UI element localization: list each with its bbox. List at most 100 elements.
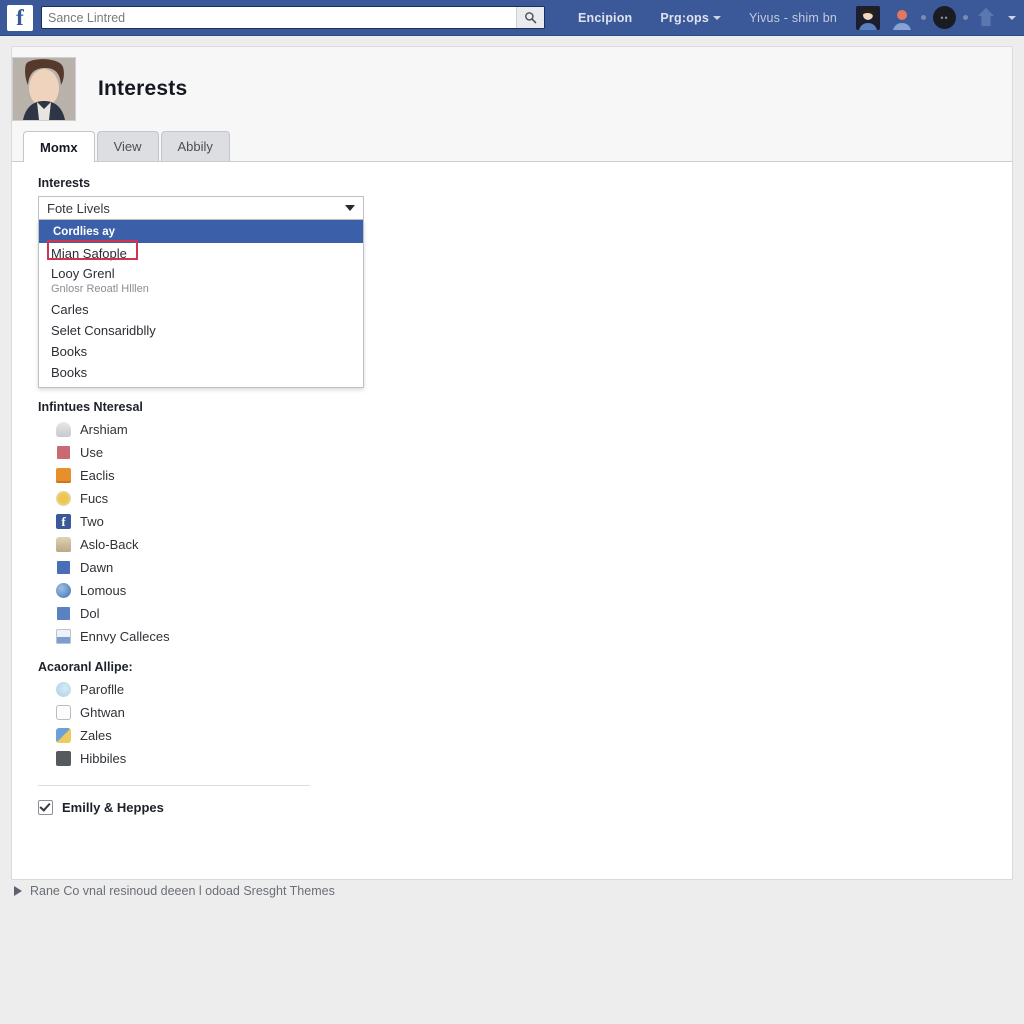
option-selet-consaridblly[interactable]: Selet Consaridblly: [39, 320, 363, 341]
facebook-icon: f: [56, 514, 71, 529]
lamp-icon: [56, 422, 71, 437]
list-item-label: Arshiam: [80, 422, 128, 437]
swirl-icon: [56, 682, 71, 697]
nav-right-group: Encipion Prg:ops Yivus - shim bn ••: [564, 0, 1024, 36]
list-item[interactable]: Lomous: [56, 579, 1012, 602]
list-item-label: Hibbiles: [80, 751, 127, 766]
search-bar[interactable]: [41, 6, 545, 29]
interests-select-value: Fote Livels: [47, 200, 110, 216]
nav-link-prgops-label: Prg:ops: [660, 10, 710, 25]
search-button[interactable]: [516, 7, 544, 28]
bag-icon: [56, 537, 71, 552]
avatar[interactable]: [12, 57, 76, 121]
avatar-icon: [856, 5, 880, 30]
tab-bar: Momx View Abbily: [12, 131, 1012, 162]
list-item[interactable]: Ennvy Calleces: [56, 625, 1012, 648]
quill-icon: [56, 606, 71, 621]
option-carles[interactable]: Carles: [39, 299, 363, 320]
home-icon: [977, 7, 995, 26]
avatar-thumbnail-2[interactable]: [890, 5, 914, 30]
play-triangle-icon: [14, 886, 22, 896]
home-button[interactable]: [975, 6, 999, 30]
footer-note[interactable]: Rane Co vnal resinoud deeen l odoad Sres…: [14, 884, 335, 898]
option-looy-grenl-subtext: Gnlosr Reoatl Hlllen: [51, 283, 149, 295]
interests-option-list: Cordlies ay Mian Safople Looy Grenl Gnlo…: [38, 220, 364, 388]
section-heading-acaoranl: Acaoranl Allipe:: [38, 660, 133, 674]
profile-header: Interests: [12, 47, 1012, 131]
option-books-2[interactable]: Books: [39, 362, 363, 383]
profile-photo-icon: [13, 58, 75, 120]
list-item-label: Zales: [80, 728, 112, 743]
interests-list: Arshiam Use Eaclis Fucs f Two Aslo-Back D…: [56, 418, 1012, 648]
box-icon: [56, 468, 71, 483]
globe-icon: [56, 583, 71, 598]
option-books-1[interactable]: Books: [39, 341, 363, 362]
form-body: Interests Fote Livels Cordlies ay Mian S…: [12, 162, 1012, 815]
list-item-label: Dawn: [80, 560, 114, 575]
list-item[interactable]: Zales: [56, 724, 1012, 747]
search-icon: [525, 12, 537, 24]
tab-view[interactable]: View: [96, 131, 159, 161]
tab-abbily[interactable]: Abbily: [160, 131, 230, 161]
outline-box-icon: [56, 705, 71, 720]
checkbox-checked-icon[interactable]: [38, 800, 53, 815]
chart-icon: [56, 629, 71, 644]
nav-link-encipion[interactable]: Encipion: [564, 0, 646, 36]
list-item[interactable]: Dol: [56, 602, 1012, 625]
tab-momx[interactable]: Momx: [23, 131, 95, 162]
film-icon: [56, 445, 71, 460]
list-item-label: Eaclis: [80, 468, 115, 483]
star-icon: [56, 491, 71, 506]
interests-select-box[interactable]: Fote Livels: [38, 196, 364, 220]
page-title: Interests: [98, 77, 188, 100]
list-item-label: Dol: [80, 606, 100, 621]
list-item[interactable]: Use: [56, 441, 1012, 464]
option-cordlies-ay[interactable]: Cordlies ay: [39, 220, 363, 243]
list-item-label: Paroflle: [80, 682, 125, 697]
people-icon: [56, 728, 71, 743]
notification-badge[interactable]: ••: [933, 6, 956, 29]
account-list: Paroflle Ghtwan Zales Hibbiles: [56, 678, 1012, 770]
checkbox-label: Emilly & Heppes: [62, 800, 164, 815]
list-item[interactable]: f Two: [56, 510, 1012, 533]
list-item-label: Two: [80, 514, 104, 529]
footer-note-text: Rane Co vnal resinoud deeen l odoad Sres…: [30, 884, 335, 898]
list-item[interactable]: Dawn: [56, 556, 1012, 579]
nav-link-prgops[interactable]: Prg:ops: [646, 0, 735, 36]
interests-dropdown: Fote Livels Cordlies ay Mian Safople Loo…: [38, 196, 364, 388]
list-item-label: Lomous: [80, 583, 127, 598]
option-mian-safople[interactable]: Mian Safople: [39, 243, 363, 264]
list-item[interactable]: Fucs: [56, 487, 1012, 510]
search-input[interactable]: [42, 7, 516, 28]
list-item[interactable]: Arshiam: [56, 418, 1012, 441]
list-item-label: Aslo-Back: [80, 537, 139, 552]
facebook-logo[interactable]: f: [7, 4, 33, 31]
list-item-label: Ghtwan: [80, 705, 125, 720]
list-item-label: Use: [80, 445, 104, 460]
separator-dot: [963, 15, 968, 20]
list-item[interactable]: Hibbiles: [56, 747, 1012, 770]
account-menu-chevron-down-icon[interactable]: [1008, 15, 1016, 20]
list-item-label: Fucs: [80, 491, 109, 506]
option-looy-grenl[interactable]: Looy Grenl: [39, 264, 363, 283]
option-label: Cordlies ay: [53, 225, 115, 238]
chevron-down-icon: [345, 205, 355, 211]
separator-dot: [921, 15, 926, 20]
picture-icon: [56, 560, 71, 575]
section-heading-infintues: Infintues Nteresal: [38, 400, 143, 414]
nav-link-user[interactable]: Yivus - shim bn: [735, 0, 851, 36]
list-item[interactable]: Paroflle: [56, 678, 1012, 701]
avatar-icon: [890, 5, 914, 30]
avatar-thumbnail-1[interactable]: [856, 5, 880, 30]
interests-field-label: Interests: [38, 176, 91, 190]
emilly-heppes-checkbox-row[interactable]: Emilly & Heppes: [38, 800, 1012, 815]
list-item[interactable]: Aslo-Back: [56, 533, 1012, 556]
top-navigation-bar: f Encipion Prg:ops Yivus - shim bn: [0, 0, 1024, 36]
list-item-label: Ennvy Calleces: [80, 629, 170, 644]
gray-square-icon: [56, 751, 71, 766]
divider: [38, 785, 310, 786]
list-item[interactable]: Eaclis: [56, 464, 1012, 487]
chevron-down-icon: [713, 16, 722, 21]
main-content-panel: Interests Momx View Abbily Interests Fot…: [11, 46, 1013, 880]
list-item[interactable]: Ghtwan: [56, 701, 1012, 724]
